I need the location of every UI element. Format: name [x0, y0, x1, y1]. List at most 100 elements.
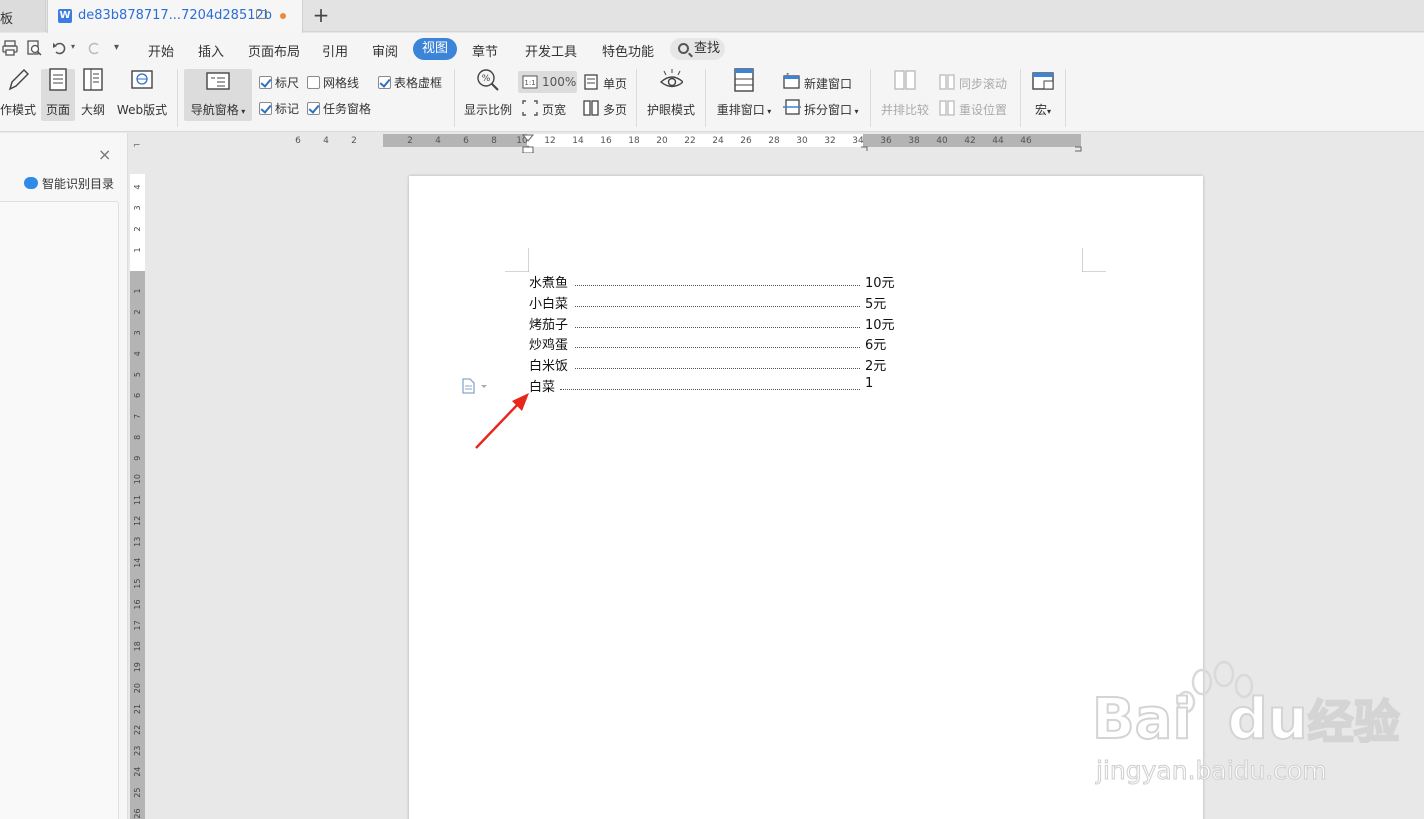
undo-icon[interactable] [52, 40, 68, 56]
macro-button[interactable]: 宏▾ [1026, 67, 1060, 118]
menu-references[interactable]: 引用 [322, 41, 348, 60]
web-layout-button[interactable]: Web版式 [114, 67, 170, 118]
svg-text:%: % [482, 74, 491, 84]
smart-toc-button[interactable]: 智能识别目录 [24, 175, 114, 192]
ruler-tick-label: 24 [133, 767, 142, 777]
ruler-tick-label: 4 [133, 184, 142, 189]
ruler-tick-label: 14 [572, 136, 584, 146]
tab-document[interactable]: W de83b878717...7204d28512b [47, 0, 303, 33]
print-icon[interactable] [2, 40, 18, 56]
monitor-icon[interactable] [256, 10, 267, 19]
search-button[interactable]: 查找 [670, 38, 725, 60]
toc-row[interactable]: 白米饭 2元 [529, 355, 929, 375]
ribbon-separator [177, 69, 178, 127]
menu-page-layout[interactable]: 页面布局 [248, 41, 300, 60]
menu-special[interactable]: 特色功能 [602, 41, 654, 60]
zoom-percent-icon: % [477, 69, 499, 91]
menu-chapter[interactable]: 章节 [472, 41, 498, 60]
arrange-windows-label: 重排窗口 ▾ [716, 103, 772, 117]
zoom-button[interactable]: % 显示比例 [461, 67, 515, 118]
ribbon-separator [636, 69, 637, 127]
new-tab-button[interactable]: + [312, 3, 330, 27]
customize-toolbar-icon[interactable]: ▾ [114, 42, 119, 53]
tab-previous-label: 板 [0, 12, 14, 27]
ruler-tick-label: 4 [435, 136, 441, 146]
toc-title: 炒鸡蛋 [529, 338, 569, 354]
arrange-windows-icon [734, 68, 754, 92]
eye-mode-label: 护眼模式 [646, 103, 695, 117]
toc-row[interactable]: 水煮鱼 10元 [529, 272, 929, 292]
toc-row[interactable]: 白菜 1 [529, 376, 929, 396]
split-window-icon [783, 99, 801, 115]
one-to-one-icon[interactable]: 1:1 [522, 75, 538, 89]
nav-pane-button[interactable]: 导航窗格 ▾ [184, 67, 252, 118]
toc-list[interactable] [0, 201, 119, 819]
menu-review[interactable]: 审阅 [372, 41, 398, 60]
toc-page: 10元 [865, 276, 895, 291]
table-gridlines-checkbox[interactable] [378, 76, 391, 89]
vertical-ruler[interactable]: 4321123456789101112131415161718192021222… [129, 133, 146, 819]
ruler-tick-label: 46 [1020, 136, 1032, 146]
ruler-tick-label: 4 [133, 351, 142, 356]
side-by-side-button[interactable]: 并排比较 [878, 67, 932, 118]
ruler-tick-label: 38 [908, 136, 920, 146]
toc-dot-leader [574, 326, 860, 328]
web-layout-icon [131, 70, 153, 89]
sync-scroll-icon [939, 74, 955, 90]
ruler-tick-label: 20 [133, 683, 142, 693]
app-window: { "tabs": { "prev_tab": "板", "doc_tab": … [0, 0, 1424, 819]
ruler-tick-label: 6 [133, 393, 142, 398]
gridlines-checkbox[interactable] [307, 76, 320, 89]
ruler-tick-label: 28 [768, 136, 780, 146]
page-width-button[interactable]: 页宽 [542, 101, 566, 118]
close-pane-icon[interactable]: × [98, 145, 111, 164]
menu-view[interactable]: 视图 [413, 38, 457, 60]
split-window-button[interactable]: 拆分窗口 ▾ [804, 101, 859, 118]
baidu-brand-text: Bai du经验 [1091, 686, 1401, 753]
single-page-button[interactable]: 单页 [603, 75, 627, 92]
menu-developer[interactable]: 开发工具 [525, 41, 577, 60]
multi-page-button[interactable]: 多页 [603, 101, 627, 118]
ruler-tick-label: 6 [295, 136, 301, 146]
undo-dropdown-icon[interactable]: ▾ [71, 42, 75, 51]
ruler-tick-label: 11 [133, 495, 142, 505]
ruler-tick-label: 12 [133, 516, 142, 526]
markup-label: 标记 [275, 102, 300, 116]
ruler-tick-label: 7 [133, 414, 142, 419]
nav-pane-icon [206, 72, 230, 90]
ruler-tick-label: 3 [133, 205, 142, 210]
side-by-side-icon [894, 70, 916, 90]
document-page[interactable]: 水煮鱼 10元小白菜 5元 烤茄子 10元 炒鸡蛋 6元 白米饭 2元 白菜 1 [409, 176, 1203, 819]
toc-row[interactable]: 小白菜 5元 [529, 293, 929, 313]
toc-title: 小白菜 [529, 296, 569, 312]
toc-page: 2元 [865, 359, 887, 375]
reset-position-button[interactable]: 重设位置 [959, 101, 1007, 118]
arrange-windows-button[interactable]: 重排窗口 ▾ [714, 67, 774, 118]
ruler-tick-label: 3 [133, 330, 142, 335]
redo-icon[interactable] [86, 40, 102, 56]
markup-checkbox[interactable] [259, 102, 272, 115]
write-mode-label: 作模式 [0, 103, 36, 117]
ruler-checkbox[interactable] [259, 76, 272, 89]
menu-insert[interactable]: 插入 [198, 41, 224, 60]
single-page-icon [584, 74, 598, 90]
eye-mode-button[interactable]: 护眼模式 [644, 67, 698, 118]
ruler-tick-label: 26 [133, 808, 142, 818]
menu-home[interactable]: 开始 [148, 41, 174, 60]
task-pane-checkbox[interactable] [307, 102, 320, 115]
ruler-tick-label: 12 [544, 136, 555, 146]
page-view-button[interactable]: 页面 [41, 67, 75, 118]
toc-row[interactable]: 烤茄子 10元 [529, 314, 929, 334]
new-window-button[interactable]: 新建窗口 [804, 75, 852, 92]
zoom-100-button[interactable]: 100% [542, 75, 576, 89]
navigation-pane: × 智能识别目录 [0, 133, 128, 819]
write-mode-button[interactable]: 作模式 [0, 67, 38, 118]
horizontal-ruler[interactable]: 6 4 2 2 4 6 8 10 12 14 16 18 20 22 24 26 28 30 32 34 36 38 40 4… [145, 133, 1424, 153]
sync-scroll-button[interactable]: 同步滚动 [959, 75, 1007, 92]
outline-button[interactable]: 大纲 [77, 67, 109, 118]
toc-row[interactable]: 炒鸡蛋 6元 [529, 334, 929, 354]
side-by-side-label: 并排比较 [880, 103, 929, 117]
toc-title: 水煮鱼 [529, 276, 569, 291]
print-preview-icon[interactable] [26, 40, 42, 56]
tab-previous[interactable]: 板 [0, 0, 46, 32]
